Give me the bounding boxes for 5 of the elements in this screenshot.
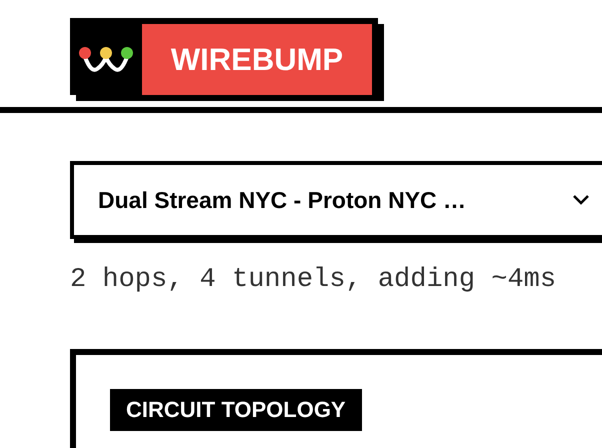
logo-icon xyxy=(77,44,135,74)
chevron-down-icon xyxy=(572,194,590,206)
logo-name: WIREBUMP xyxy=(142,24,372,95)
route-summary: 2 hops, 4 tunnels, adding ~4ms xyxy=(70,265,558,295)
card-label: CIRCUIT TOPOLOGY xyxy=(110,389,362,431)
